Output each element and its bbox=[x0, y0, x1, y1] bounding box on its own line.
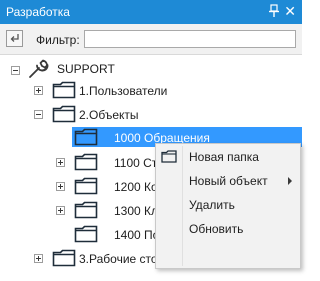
tree-node[interactable]: 1.Пользователи bbox=[0, 80, 302, 100]
folder-icon bbox=[74, 225, 98, 243]
folder-icon bbox=[74, 201, 98, 219]
folder-icon bbox=[74, 153, 98, 171]
tree-node-label: SUPPORT bbox=[57, 62, 115, 76]
tree-node-label: 1300 Кл bbox=[114, 204, 159, 218]
pin-icon[interactable] bbox=[268, 4, 280, 18]
filter-input[interactable] bbox=[84, 30, 296, 48]
collapse-toggle[interactable] bbox=[11, 66, 20, 75]
context-menu: Новая папка Новый объект Удалить Обновит… bbox=[155, 143, 301, 269]
tree-node-label: 1.Пользователи bbox=[79, 84, 168, 98]
panel-title: Разработка bbox=[6, 5, 70, 19]
folder-icon bbox=[52, 249, 76, 267]
filter-label: Фильтр: bbox=[36, 33, 80, 47]
menu-item-new-object[interactable]: Новый объект bbox=[156, 169, 300, 193]
wrench-icon bbox=[29, 59, 49, 78]
collapse-toggle[interactable] bbox=[34, 110, 43, 119]
menu-item-refresh[interactable]: Обновить bbox=[156, 217, 300, 241]
menu-item-delete[interactable]: Удалить bbox=[156, 193, 300, 217]
menu-item-label: Новая папка bbox=[189, 150, 259, 164]
folder-icon bbox=[74, 128, 98, 146]
return-arrow-icon bbox=[10, 34, 19, 42]
menu-item-label: Удалить bbox=[189, 198, 235, 212]
tree-node[interactable]: 2.Объекты bbox=[0, 104, 302, 124]
folder-icon bbox=[74, 177, 98, 195]
toolbar: Фильтр: bbox=[0, 24, 302, 55]
folder-icon bbox=[52, 105, 76, 123]
tree-node-label: 1400 По bbox=[114, 228, 160, 242]
close-icon[interactable]: ✕ bbox=[284, 3, 296, 19]
menu-item-label: Обновить bbox=[189, 222, 244, 236]
menu-item-label: Новый объект bbox=[189, 174, 268, 188]
expand-toggle[interactable] bbox=[34, 86, 43, 95]
tree-node-root[interactable]: SUPPORT bbox=[0, 59, 302, 79]
tree-node-label: 1200 Ко bbox=[114, 180, 158, 194]
refresh-button[interactable] bbox=[6, 30, 23, 47]
expand-toggle[interactable] bbox=[56, 158, 65, 167]
folder-icon bbox=[161, 150, 177, 163]
expand-toggle[interactable] bbox=[34, 254, 43, 263]
expand-toggle[interactable] bbox=[56, 182, 65, 191]
folder-icon bbox=[52, 81, 76, 99]
menu-item-new-folder[interactable]: Новая папка bbox=[156, 145, 300, 169]
panel-titlebar: Разработка ✕ bbox=[0, 0, 302, 24]
expand-toggle[interactable] bbox=[56, 206, 65, 215]
tree-node-label: 1100 Ст bbox=[114, 156, 158, 170]
submenu-arrow-icon bbox=[288, 177, 292, 185]
tree-node-label: 2.Объекты bbox=[79, 108, 139, 122]
